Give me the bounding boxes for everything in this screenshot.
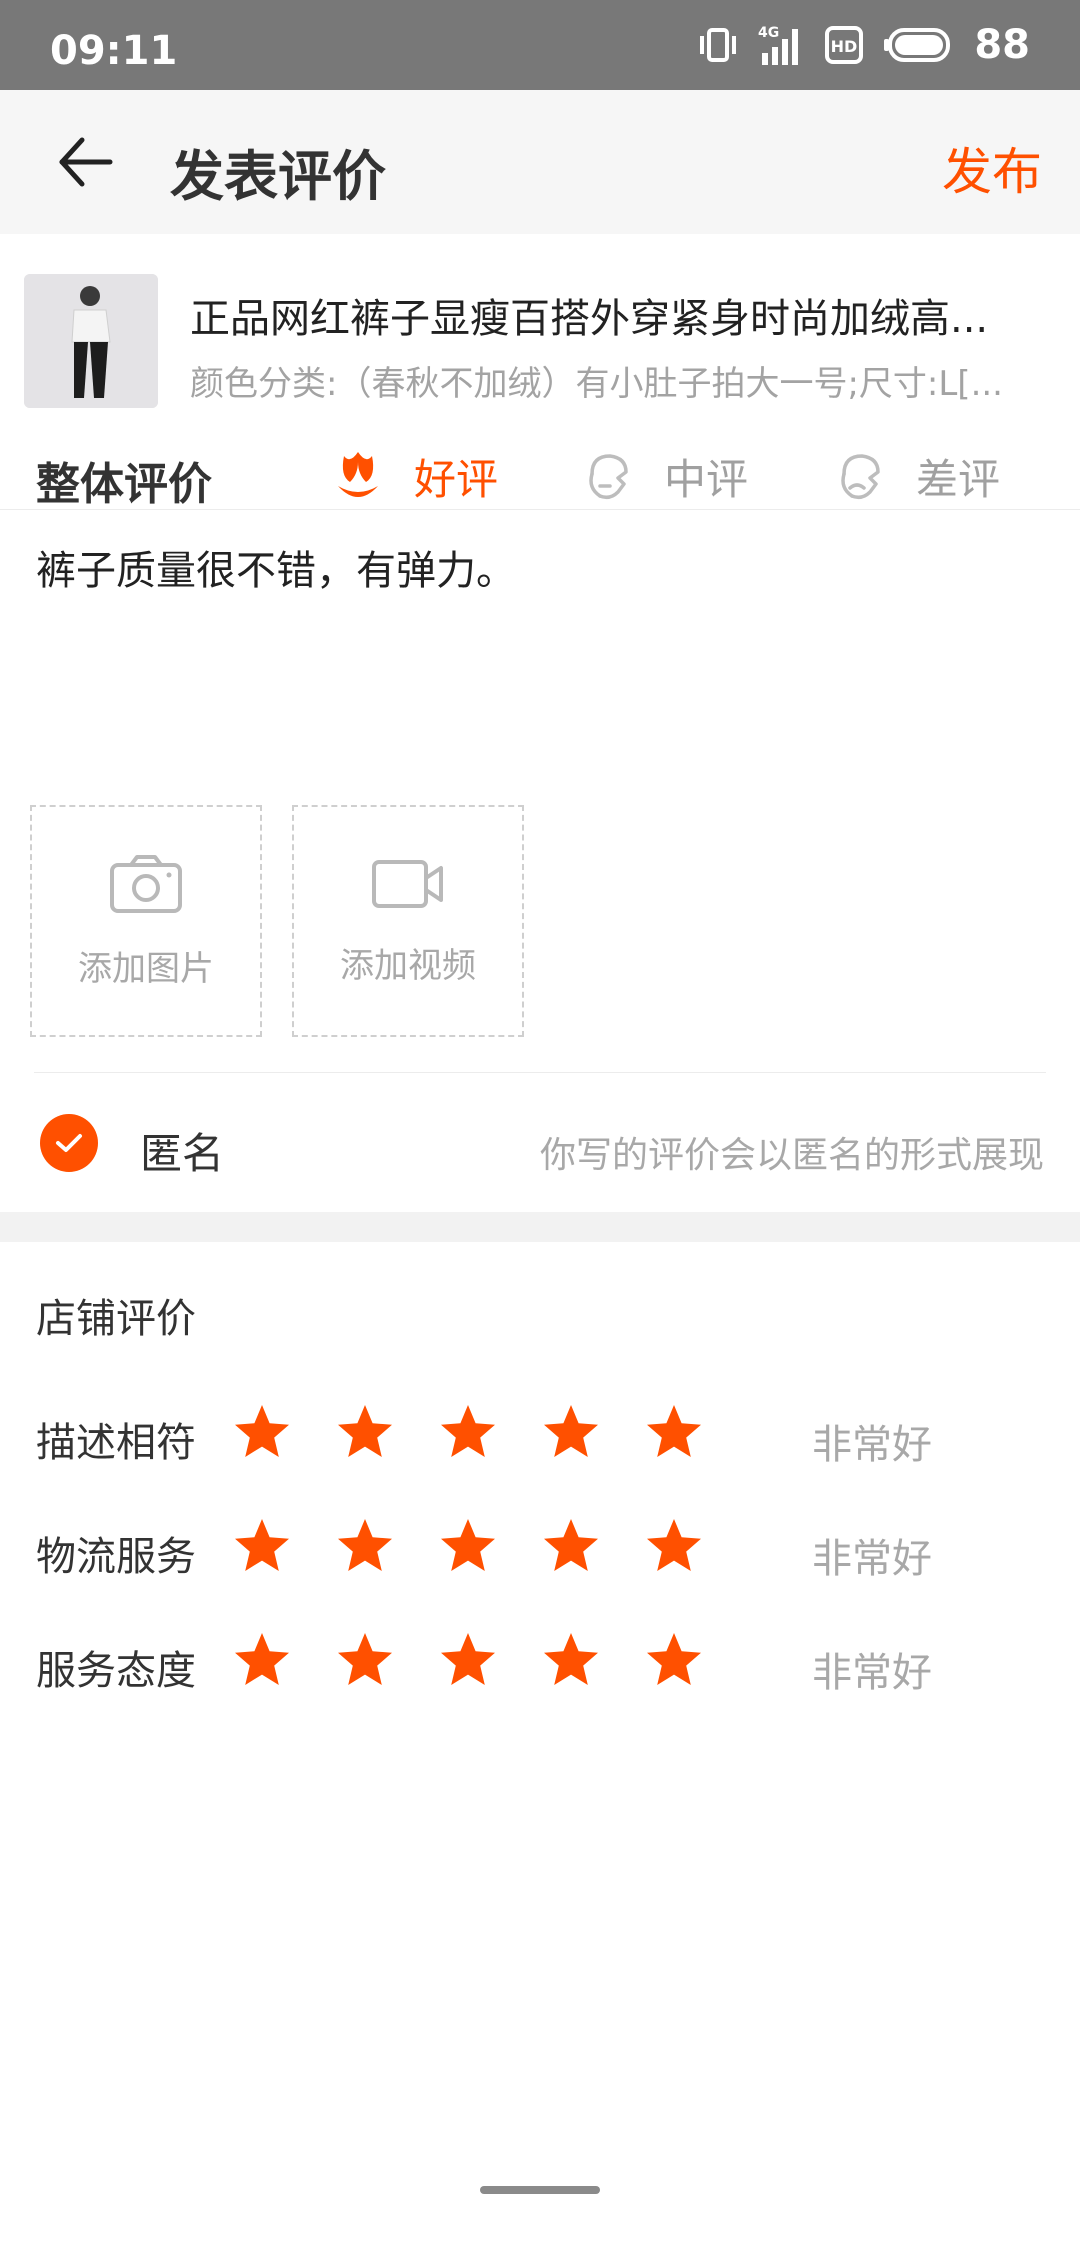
home-indicator[interactable] — [480, 2186, 600, 2194]
star-rating — [232, 1402, 704, 1462]
product-spec: 颜色分类:（春秋不加绒）有小肚子拍大一号;尺寸:L[... — [190, 364, 1003, 404]
section-divider — [0, 1212, 1080, 1242]
rating-option-good-label: 好评 — [414, 454, 499, 504]
add-video-label: 添加视频 — [340, 945, 476, 986]
product-title[interactable]: 正品网红裤子显瘦百搭外穿紧身时尚加绒高... — [190, 286, 1040, 344]
anonymous-row: 匿名 你写的评价会以匿名的形式展现 — [0, 1100, 1080, 1190]
publish-button[interactable]: 发布 — [942, 132, 1042, 204]
check-icon — [56, 1134, 82, 1152]
camera-icon — [110, 854, 182, 913]
rating-option-good[interactable]: 好评 — [330, 444, 498, 508]
anonymous-checkbox[interactable] — [40, 1114, 98, 1172]
sad-face-icon — [841, 454, 880, 500]
star-icon[interactable] — [438, 1516, 498, 1576]
shop-rating-title: 店铺评价 — [36, 1296, 196, 1342]
vibrate-icon — [700, 28, 737, 62]
anonymous-label: 匿名 — [140, 1129, 225, 1178]
flower-icon — [338, 452, 378, 497]
star-icon[interactable] — [438, 1630, 498, 1690]
rating-option-bad[interactable]: 差评 — [832, 444, 1000, 508]
shop-rating-value: 非常好 — [812, 1536, 932, 1582]
shop-rating-value: 非常好 — [812, 1650, 932, 1696]
star-rating — [232, 1630, 704, 1690]
star-icon[interactable] — [232, 1516, 292, 1576]
add-video-button[interactable]: 添加视频 — [292, 805, 524, 1037]
star-icon[interactable] — [335, 1630, 395, 1690]
rating-option-bad-label: 差评 — [916, 454, 1001, 504]
shop-rating-label: 物流服务 — [36, 1534, 196, 1580]
star-icon[interactable] — [438, 1402, 498, 1462]
top-bar: 发表评价 发布 — [0, 90, 1080, 234]
star-icon[interactable] — [541, 1516, 601, 1576]
product-summary: 正品网红裤子显瘦百搭外穿紧身时尚加绒高... 颜色分类:（春秋不加绒）有小肚子拍… — [0, 234, 1080, 424]
shop-rating-row-description: 描述相符 非常好 — [0, 1394, 1080, 1474]
star-icon[interactable] — [232, 1630, 292, 1690]
star-icon[interactable] — [644, 1630, 704, 1690]
hd-icon: HD — [825, 26, 864, 64]
svg-text:HD: HD — [831, 37, 858, 56]
divider — [34, 1072, 1046, 1073]
battery-level: 88 — [974, 22, 1030, 68]
rating-option-neutral-label: 中评 — [664, 454, 749, 504]
star-icon[interactable] — [541, 1402, 601, 1462]
shop-rating-row-logistics: 物流服务 非常好 — [0, 1508, 1080, 1588]
overall-rating-label: 整体评价 — [36, 459, 212, 510]
status-bar: 09:11 4G HD 88 — [0, 0, 1080, 90]
shop-rating-label: 服务态度 — [36, 1648, 196, 1694]
star-icon[interactable] — [232, 1402, 292, 1462]
shop-rating-value: 非常好 — [812, 1422, 932, 1468]
svg-text:4G: 4G — [758, 25, 779, 41]
star-icon[interactable] — [335, 1402, 395, 1462]
anonymous-hint: 你写的评价会以匿名的形式展现 — [539, 1135, 1044, 1176]
star-icon[interactable] — [335, 1516, 395, 1576]
back-button[interactable] — [50, 130, 120, 194]
arrow-left-icon — [59, 137, 113, 187]
add-photo-button[interactable]: 添加图片 — [30, 805, 262, 1037]
battery-icon — [884, 28, 951, 62]
add-photo-label: 添加图片 — [78, 948, 214, 989]
star-icon[interactable] — [541, 1630, 601, 1690]
neutral-face-icon — [589, 454, 628, 500]
page-title: 发表评价 — [170, 145, 386, 208]
product-thumbnail — [24, 274, 158, 408]
star-icon[interactable] — [644, 1402, 704, 1462]
status-time: 09:11 — [50, 28, 178, 74]
rating-option-neutral[interactable]: 中评 — [580, 444, 748, 508]
star-rating — [232, 1516, 704, 1576]
video-camera-icon — [372, 859, 443, 908]
shop-rating-row-service: 服务态度 非常好 — [0, 1622, 1080, 1702]
signal-4g-icon: 4G — [758, 25, 799, 65]
review-text-input[interactable]: 裤子质量很不错，有弹力。 — [36, 538, 516, 596]
status-icons: 4G HD 88 — [698, 22, 1030, 68]
overall-rating-row: 整体评价 好评 中评 差评 — [0, 440, 1080, 510]
star-icon[interactable] — [644, 1516, 704, 1576]
shop-rating-label: 描述相符 — [36, 1420, 196, 1466]
